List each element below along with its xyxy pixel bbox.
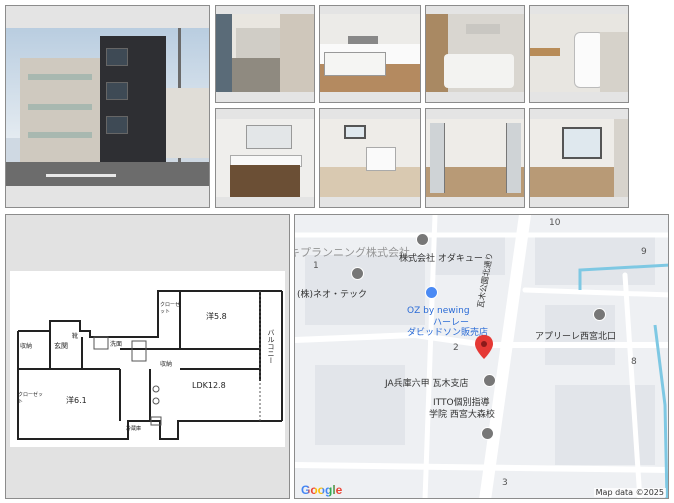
google-logo-text: Google (301, 483, 343, 497)
room-label-genkan: 玄関 (54, 342, 68, 350)
map-label-itto-2[interactable]: 学院 西宮大森校 (429, 407, 495, 420)
kitchen-photo-frame[interactable] (319, 5, 421, 103)
map-canvas[interactable]: ユウキプランニング株式会社 株式会社 オダキュー (株)ネオ・テック OZ by… (295, 215, 668, 498)
bathroom-photo-frame[interactable] (425, 5, 525, 103)
odakyu-pin-icon[interactable] (416, 233, 429, 246)
room-label-yoshitsu-bottom: 洋6.1 (66, 396, 87, 405)
map-label-neotech[interactable]: (株)ネオ・テック (297, 287, 367, 300)
room-label-ldk: LDK12.8 (192, 381, 226, 390)
neotech-pin-icon[interactable] (351, 267, 364, 280)
kitchen-photo (320, 14, 420, 92)
bathroom-photo (426, 14, 524, 92)
room-label-closet-top: クローゼット (160, 302, 181, 315)
washroom-photo (216, 119, 314, 197)
room-label-closet-bottom: クローゼット (18, 392, 44, 405)
entrance-photo-frame[interactable] (215, 5, 315, 103)
exterior-photo-frame[interactable] (5, 5, 210, 208)
ja-pin-icon[interactable] (483, 374, 496, 387)
room-label-yoshitsu-top: 洋5.8 (206, 312, 227, 321)
toilet-photo-frame[interactable] (529, 5, 629, 103)
ldk-photo-frame[interactable] (319, 108, 421, 208)
bedroom-photo-frame[interactable] (529, 108, 629, 208)
toilet-photo (530, 14, 628, 92)
map-attribution: Map data ©2025 (593, 488, 666, 497)
exterior-photo (6, 28, 209, 186)
location-pin-icon[interactable] (475, 335, 493, 359)
room-label-storage-1: 収納 (20, 343, 33, 350)
room-label-washroom: 洗面 (110, 341, 123, 348)
map-area-number-9: 9 (641, 247, 647, 257)
room-label-shoes: 靴 (72, 333, 79, 340)
map-frame[interactable]: ユウキプランニング株式会社 株式会社 オダキュー (株)ネオ・テック OZ by… (294, 214, 669, 499)
map-area-number-2: 2 (453, 343, 459, 353)
apurire-pin-icon[interactable] (593, 308, 606, 321)
closet-room-photo (426, 119, 524, 197)
room-label-balcony: バルコニー (267, 329, 275, 364)
google-logo: Google (301, 483, 342, 497)
school-pin-icon[interactable] (481, 427, 494, 440)
shop-pin-icon[interactable] (425, 286, 438, 299)
bedroom-photo (530, 119, 628, 197)
room-label-storage-2: 収納 (160, 361, 173, 368)
map-label-ja[interactable]: JA兵庫六甲 瓦木支店 (385, 376, 469, 389)
map-area-number-1: 1 (313, 261, 319, 271)
ldk-photo (320, 119, 420, 197)
map-area-number-8: 8 (631, 357, 637, 367)
map-label-apurire[interactable]: アプリーレ西宮北口 (535, 329, 616, 342)
closet-room-photo-frame[interactable] (425, 108, 525, 208)
map-label-odakyu[interactable]: 株式会社 オダキュー (399, 251, 483, 264)
map-area-number-3: 3 (502, 478, 508, 488)
map-area-number-10: 10 (549, 218, 561, 228)
entrance-photo (216, 14, 314, 92)
washroom-photo-frame[interactable] (215, 108, 315, 208)
floorplan-frame[interactable]: 洋5.8 洋6.1 LDK12.8 バルコニー クローゼット クローゼット 玄関… (5, 214, 290, 499)
room-label-fridge: 冷蔵庫 (126, 426, 142, 432)
map-watermark: ユウキプランニング株式会社 (295, 246, 410, 259)
floorplan-svg (17, 290, 283, 440)
floorplan-drawing: 洋5.8 洋6.1 LDK12.8 バルコニー クローゼット クローゼット 玄関… (10, 271, 285, 447)
